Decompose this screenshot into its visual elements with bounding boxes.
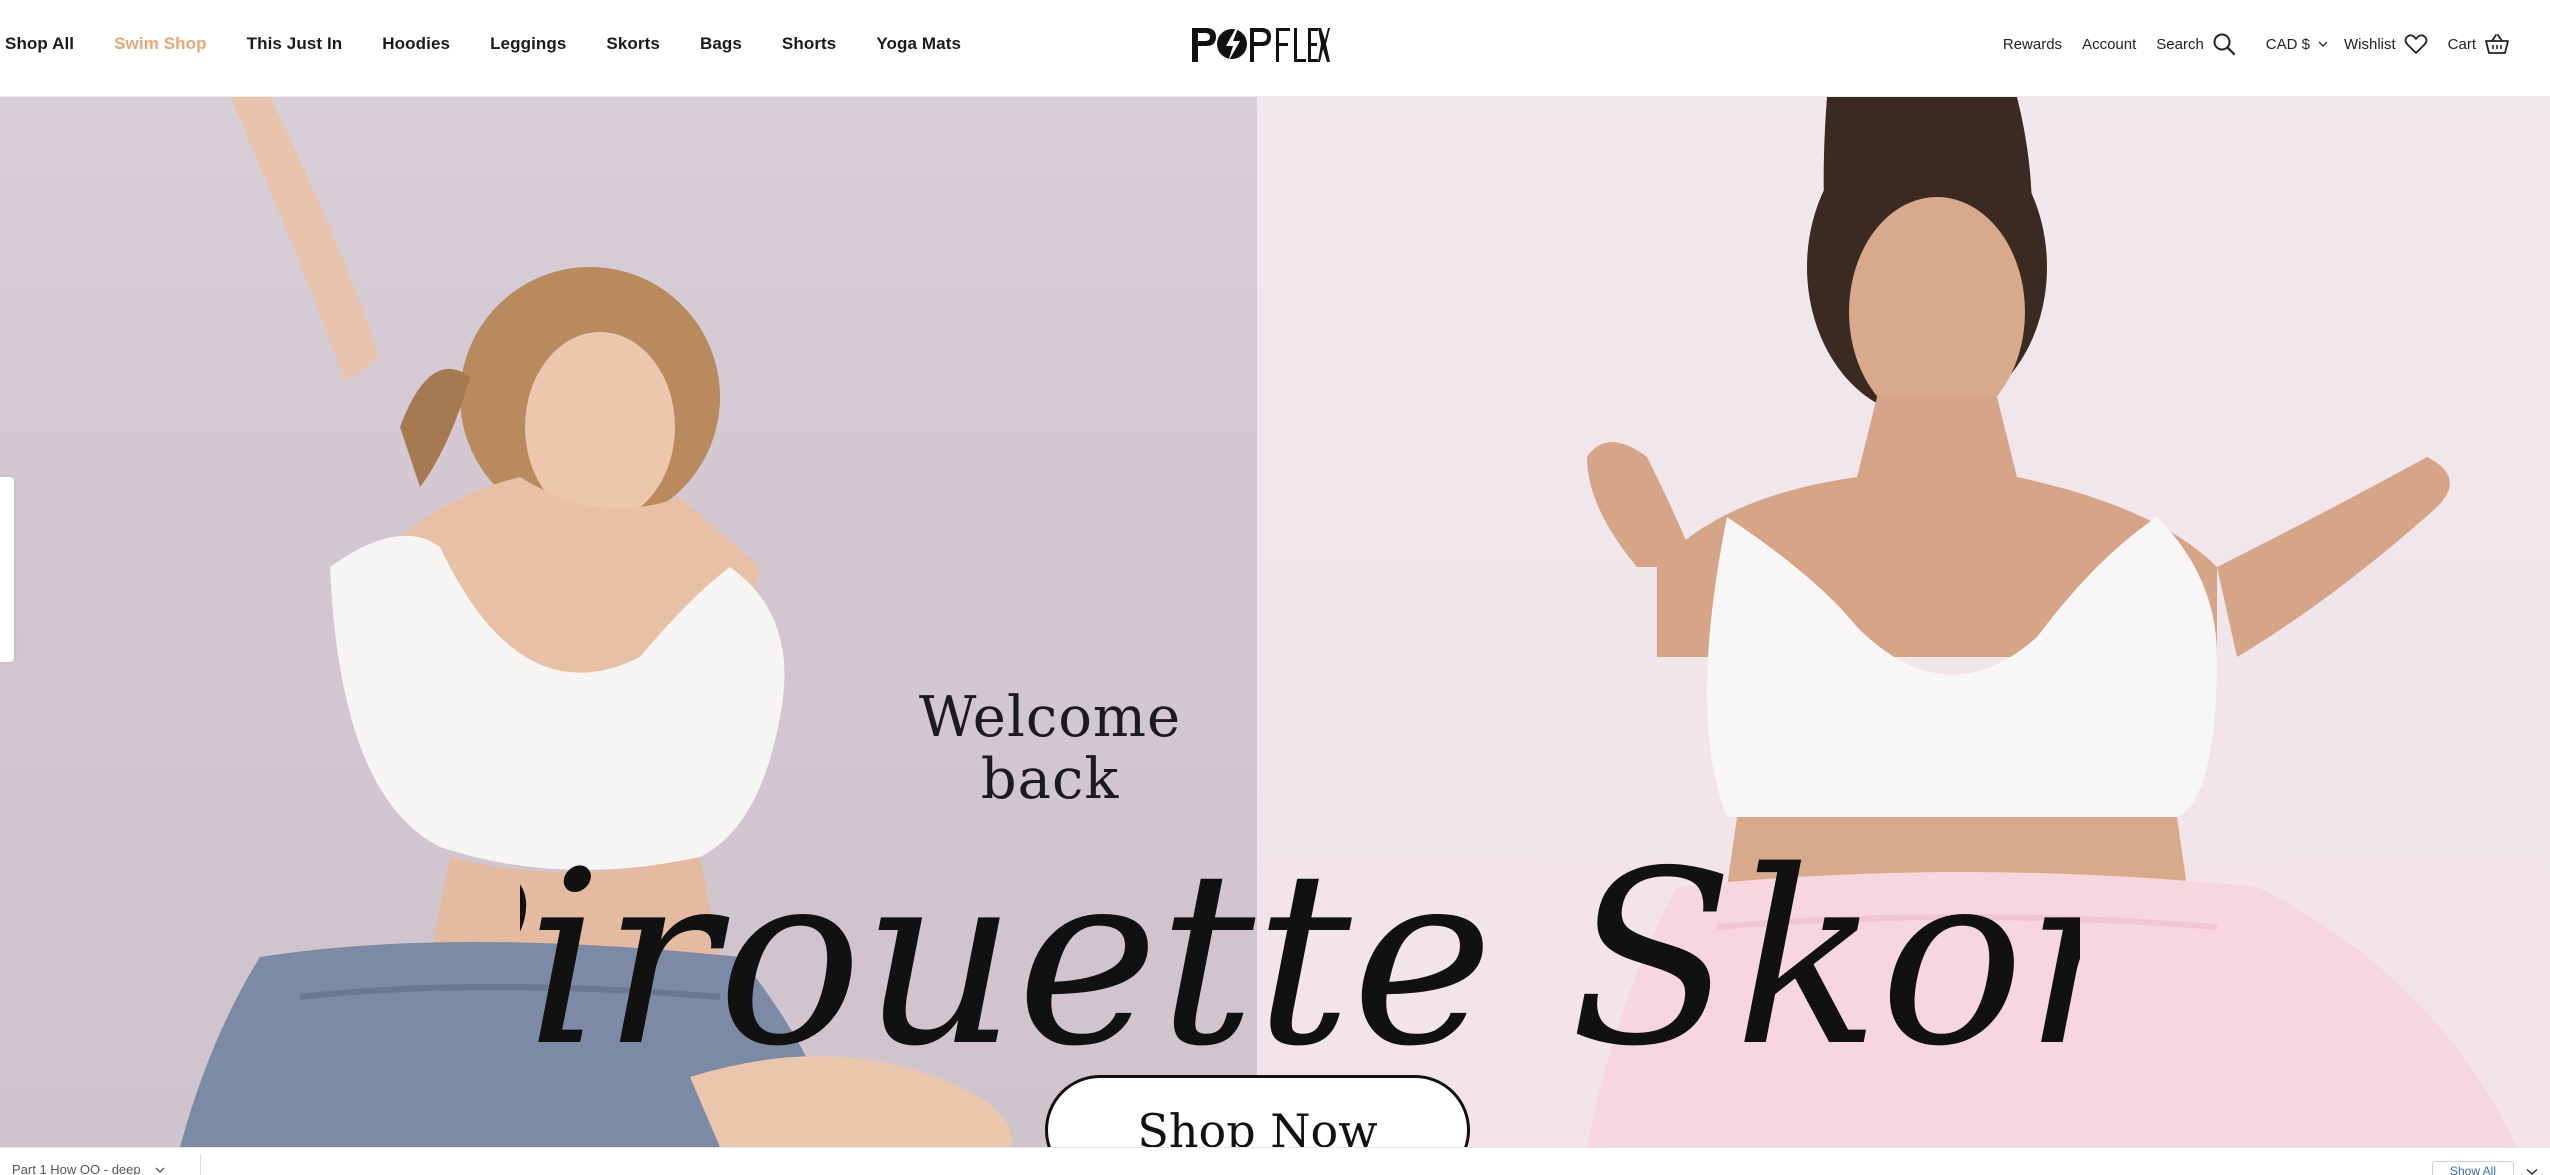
nav-swim-shop[interactable]: Swim Shop [114,34,207,54]
wishlist-link[interactable]: Wishlist [2344,33,2428,55]
nav-yoga-mats[interactable]: Yoga Mats [876,34,961,54]
nav-hoodies[interactable]: Hoodies [382,34,450,54]
account-link[interactable]: Account [2082,36,2136,53]
brand-logo[interactable] [1190,22,1330,68]
utility-nav: Rewards Account Search CAD $ Wishlist Ca… [1983,0,2510,88]
nav-bags[interactable]: Bags [700,34,742,54]
main-nav: Shop All Swim Shop This Just In Hoodies … [5,0,1001,88]
account-label: Account [2082,35,2137,53]
nav-shop-all[interactable]: Shop All [5,34,74,54]
script-title-text: Pirouette Skort [520,819,2080,1099]
bottom-left-text: Part 1 How OO - deep [12,1162,141,1175]
hero-banner[interactable]: Welcome back Pirouette Skort Shop Now [0,97,2550,1147]
site-header: Shop All Swim Shop This Just In Hoodies … [0,0,2550,97]
search-button[interactable]: Search [2156,32,2236,56]
show-all-button[interactable]: Show All [2432,1161,2514,1175]
rewards-label: Rewards [2002,35,2063,53]
nav-this-just-in[interactable]: This Just In [247,34,343,54]
welcome-line-1: Welcome [918,685,1182,750]
nav-shorts[interactable]: Shorts [782,34,836,54]
nav-skorts[interactable]: Skorts [606,34,660,54]
cart-label: Cart [2447,35,2476,53]
chevron-down-icon[interactable] [155,1162,165,1175]
currency-selector[interactable]: CAD $ [2266,36,2328,53]
chevron-down-icon [2318,40,2328,48]
nav-leggings[interactable]: Leggings [490,34,566,54]
shop-now-button[interactable]: Shop Now [1045,1075,1470,1147]
search-label: Search [2156,35,2204,53]
cart-icon [2484,33,2510,55]
cart-link[interactable]: Cart [2448,33,2510,55]
currency-label: CAD $ [2265,35,2310,53]
chevron-down-icon[interactable] [2526,1163,2538,1175]
bottom-left: Part 1 How OO - deep [12,1162,165,1175]
heart-icon [2404,33,2428,55]
side-tab[interactable] [0,477,14,662]
bottom-divider [200,1154,201,1175]
wishlist-label: Wishlist [2343,35,2396,53]
bottom-bar: Part 1 How OO - deep Show All [0,1147,2550,1175]
search-icon [2212,32,2236,56]
rewards-link[interactable]: Rewards [2003,36,2062,53]
